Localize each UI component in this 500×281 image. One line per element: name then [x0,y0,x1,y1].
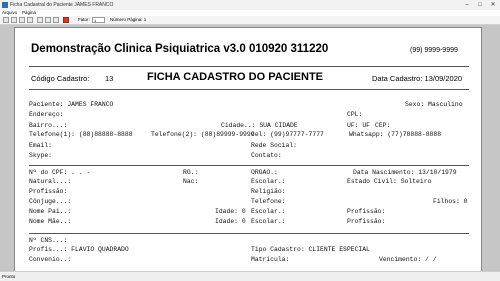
window-controls: – □ ✕ [462,1,498,9]
field-11-10: Profissão: [347,218,386,225]
report-viewport[interactable]: Demonstração Clinica Psiquiatrica v3.0 0… [0,25,500,271]
field-0-5: Sexo: Masculino [405,101,463,108]
field-14-13: Vencimento: / / [379,256,437,263]
field-11-3: Escolar.: [251,218,286,225]
field-3-4: Whatsapp: (77)78888-8888 [349,131,442,138]
field-10-10: Profissão: [347,208,386,215]
field-13-3: Tipo Cadastro: CLIENTE ESPECIAL [251,246,370,253]
print-icon[interactable] [37,17,43,23]
field-7-0: Natural...: [29,178,72,185]
next-page-icon[interactable] [19,17,25,23]
field-12-0: Nº CNS...: [29,237,68,244]
close-button[interactable]: ✕ [488,1,498,9]
section-divider-1 [29,165,469,166]
field-0-0: Paciente: JAMES FRANCO [29,101,114,108]
previous-page-icon[interactable] [11,17,17,23]
window-title: Ficha Cadastral do Paciente JAMES FRANCO [10,2,114,8]
field-3-1: Telefone(2): (88)89999-9999 [151,131,255,138]
code-label: Código Cadastro: [31,74,90,83]
report-page: Demonstração Clinica Psiquiatrica v3.0 0… [14,27,482,271]
field-4-3: Rede Social: [251,142,298,149]
field-14-3: Matricula: [251,256,290,263]
field-5-3: Contato: [251,152,282,159]
field-7-3: Escolar.: [251,178,286,185]
field-2-6: UF: UF [347,122,371,129]
field-4-0: Email: [29,142,53,149]
field-5-0: Skype: [29,152,53,159]
maximize-button[interactable]: □ [475,1,485,9]
code-value: 13 [105,74,114,83]
field-1-0: Endereço: [29,111,64,118]
field-2-7: CEP: [375,122,391,129]
last-page-icon[interactable] [27,17,33,23]
zoom-icon[interactable] [53,17,59,23]
field-8-0: Profissão: [29,188,68,195]
field-6-0: Nº do CPF: . . - [29,169,91,176]
header-divider [29,66,469,67]
field-7-8: Nac: [183,178,199,185]
zoom-label: Fator: [78,17,90,22]
field-8-3: Religião: [251,188,286,195]
first-page-icon[interactable] [3,17,9,23]
page-number-label: Número Página: 1 [110,17,147,22]
register-date: Data Cadastro: 13/09/2020 [372,74,463,83]
field-9-0: Cônjuge...: [29,198,72,205]
field-9-3: Telefone: [251,198,286,205]
app-icon [2,2,8,8]
field-9-11: Filhos: 0 [433,198,468,205]
clinic-name: Demonstração Clinica Psiquiatrica v3.0 0… [31,43,329,55]
field-6-3: ORGAO.: [251,169,278,176]
field-14-0: Convenio..: [29,256,72,263]
field-2-0: Bairro...: [29,122,68,129]
section-divider-2 [29,233,469,234]
title-divider [29,89,469,90]
field-7-10: Estado Civil: Solteiro [347,178,432,185]
field-11-12: Idade: 0 [215,218,246,225]
toolbar: Fator: 1 Número Página: 1 [0,16,500,25]
field-10-3: Escolar.: [251,208,286,215]
save-icon[interactable] [45,17,51,23]
field-6-8: RG.: [183,169,199,176]
field-6-9: Data Nascimento: 13/10/1979 [353,169,457,176]
field-3-3: Cel: (99)97777-7777 [251,131,324,138]
form-title: FICHA CADASTRO DO PACIENTE [147,71,323,83]
minimize-button[interactable]: – [462,1,472,9]
field-1-6: CPL: [347,111,363,118]
clinic-phone: (99) 9999-9999 [410,47,458,54]
zoom-select[interactable]: 1 [92,17,105,23]
field-13-0: Profis...: FLAVIO QUADRADO [29,246,129,253]
field-10-0: Nome Pai..: [29,208,72,215]
field-11-0: Nome Mãe..: [29,218,72,225]
field-3-0: Telefone(1): (88)88888-8888 [29,131,133,138]
zoom-value: 1 [94,18,97,23]
field-2-2: Cidade..: SUA CIDADE [221,122,298,129]
field-10-12: Idade: 0 [215,208,246,215]
close-report-icon[interactable] [63,17,69,23]
